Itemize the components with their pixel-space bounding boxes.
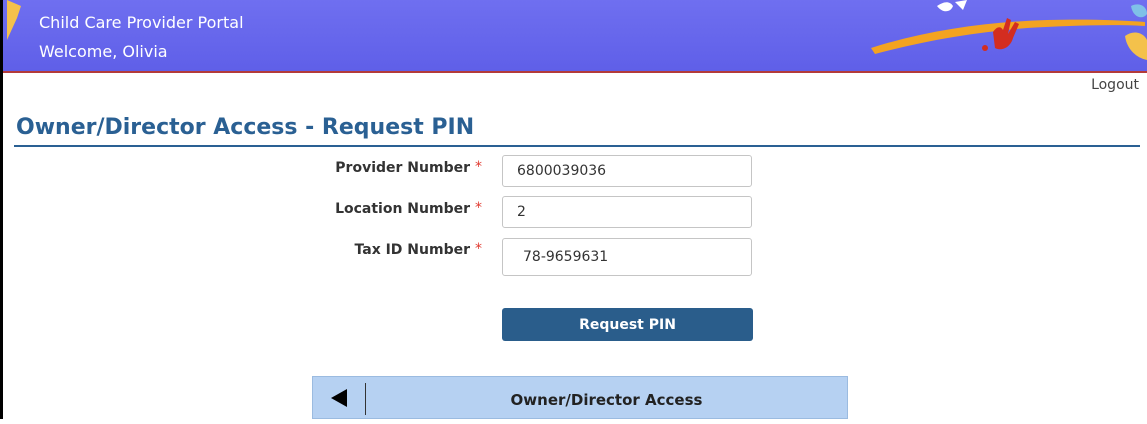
back-button[interactable] [313,377,365,420]
request-pin-button[interactable]: Request PIN [502,308,753,341]
required-marker: * [475,200,482,216]
required-marker: * [475,159,482,175]
nav-label: Owner/Director Access [510,391,703,409]
location-number-label: Location Number [335,201,470,217]
provider-number-field[interactable]: 6800039036 [502,155,752,187]
tax-id-label: Tax ID Number [354,242,471,258]
required-marker: * [475,241,482,257]
welcome-text: Welcome, Olivia [39,42,168,61]
portal-logo [871,0,1147,60]
portal-header: Child Care Provider Portal Welcome, Oliv… [3,0,1147,73]
title-divider [14,145,1140,147]
owner-director-access-bar[interactable]: Owner/Director Access [312,376,848,419]
location-number-field[interactable]: 2 [502,196,752,228]
provider-number-label: Provider Number [335,160,470,176]
portal-title: Child Care Provider Portal [39,13,244,32]
logout-link[interactable]: Logout [1091,77,1139,93]
logo-left-decoration [7,0,21,40]
tax-id-field[interactable]: 78-9659631 [502,238,752,276]
left-triangle-icon [331,389,347,407]
page-title: Owner/Director Access - Request PIN [16,115,475,140]
